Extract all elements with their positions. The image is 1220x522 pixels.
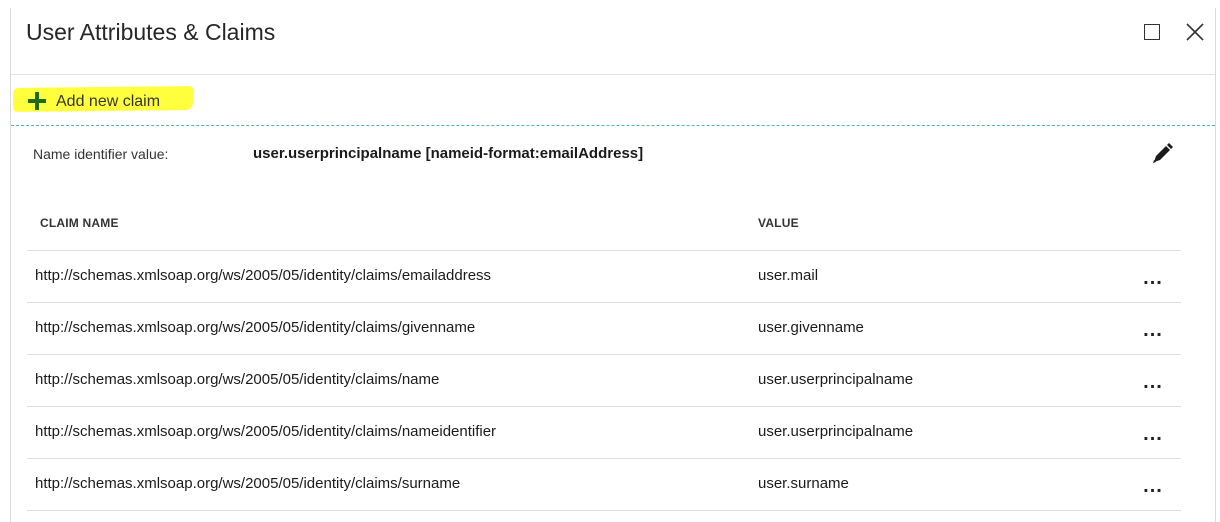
more-options-icon[interactable]: ... [1139, 267, 1167, 289]
claims-blade: User Attributes & Claims Add new claim N… [10, 8, 1216, 522]
claim-name: http://schemas.xmlsoap.org/ws/2005/05/id… [35, 319, 476, 336]
name-identifier-row: Name identifier value: user.userprincipa… [11, 126, 1215, 181]
claim-name: http://schemas.xmlsoap.org/ws/2005/05/id… [35, 475, 461, 492]
close-icon[interactable] [1183, 20, 1207, 44]
name-identifier-label: Name identifier value: [33, 146, 169, 162]
claim-name: http://schemas.xmlsoap.org/ws/2005/05/id… [35, 267, 492, 284]
more-options-icon[interactable]: ... [1139, 319, 1167, 341]
command-bar: Add new claim [11, 75, 1215, 126]
table-row[interactable]: http://schemas.xmlsoap.org/ws/2005/05/id… [27, 303, 1181, 355]
claims-table: CLAIM NAME VALUE http://schemas.xmlsoap.… [27, 198, 1181, 511]
name-identifier-value: user.userprincipalname [nameid-format:em… [253, 145, 644, 162]
maximize-icon[interactable] [1144, 24, 1160, 40]
claim-value: user.mail [758, 267, 819, 284]
table-header: CLAIM NAME VALUE [27, 198, 1181, 251]
table-row[interactable]: http://schemas.xmlsoap.org/ws/2005/05/id… [27, 407, 1181, 459]
claim-value: user.givenname [758, 319, 864, 336]
claim-value: user.surname [758, 475, 849, 492]
more-options-icon[interactable]: ... [1139, 371, 1167, 393]
add-new-claim-label: Add new claim [56, 93, 161, 110]
claim-name: http://schemas.xmlsoap.org/ws/2005/05/id… [35, 371, 440, 388]
add-new-claim-button[interactable]: Add new claim [12, 85, 203, 115]
blade-header: User Attributes & Claims [11, 8, 1215, 75]
blade-title: User Attributes & Claims [26, 19, 276, 45]
table-row[interactable]: http://schemas.xmlsoap.org/ws/2005/05/id… [27, 459, 1181, 511]
pencil-icon[interactable] [1149, 141, 1175, 167]
more-options-icon[interactable]: ... [1139, 475, 1167, 497]
table-row[interactable]: http://schemas.xmlsoap.org/ws/2005/05/id… [27, 355, 1181, 407]
column-header-value: VALUE [758, 216, 799, 230]
table-row[interactable]: http://schemas.xmlsoap.org/ws/2005/05/id… [27, 251, 1181, 303]
claim-value: user.userprincipalname [758, 371, 914, 388]
more-options-icon[interactable]: ... [1139, 423, 1167, 445]
column-header-claim-name: CLAIM NAME [40, 216, 119, 230]
claim-value: user.userprincipalname [758, 423, 914, 440]
plus-icon [27, 91, 47, 111]
claim-name: http://schemas.xmlsoap.org/ws/2005/05/id… [35, 423, 497, 440]
